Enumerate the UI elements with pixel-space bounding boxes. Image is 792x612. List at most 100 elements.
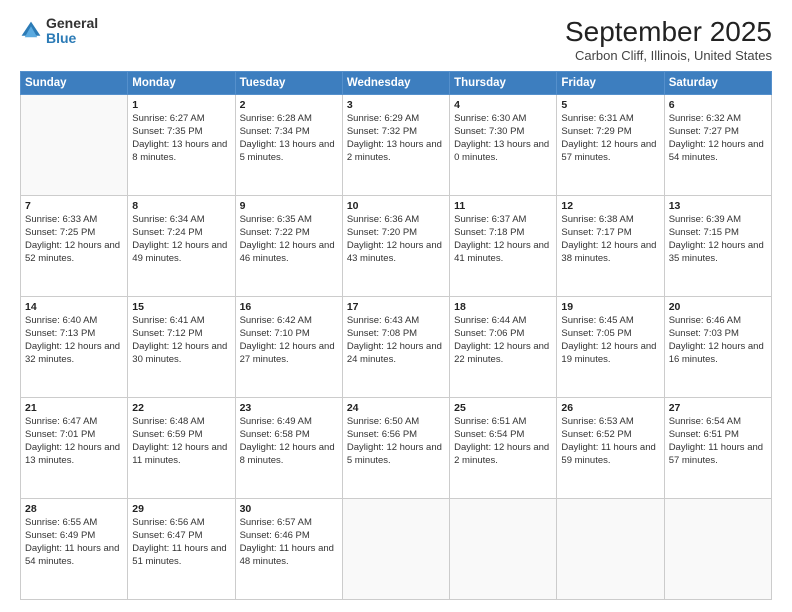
sunrise-text: Sunrise: 6:45 AM — [561, 315, 659, 328]
daylight-text: Daylight: 12 hours and 19 minutes. — [561, 341, 659, 367]
day-cell: 28Sunrise: 6:55 AMSunset: 6:49 PMDayligh… — [21, 499, 128, 600]
daylight-text: Daylight: 12 hours and 16 minutes. — [669, 341, 767, 367]
week-row-0: 1Sunrise: 6:27 AMSunset: 7:35 PMDaylight… — [21, 95, 772, 196]
day-cell: 7Sunrise: 6:33 AMSunset: 7:25 PMDaylight… — [21, 196, 128, 297]
sunrise-text: Sunrise: 6:37 AM — [454, 214, 552, 227]
sunrise-text: Sunrise: 6:46 AM — [669, 315, 767, 328]
day-cell — [664, 499, 771, 600]
sunset-text: Sunset: 7:30 PM — [454, 126, 552, 139]
sunrise-text: Sunrise: 6:55 AM — [25, 517, 123, 530]
sunrise-text: Sunrise: 6:44 AM — [454, 315, 552, 328]
sunrise-text: Sunrise: 6:51 AM — [454, 416, 552, 429]
sunrise-text: Sunrise: 6:56 AM — [132, 517, 230, 530]
day-cell: 3Sunrise: 6:29 AMSunset: 7:32 PMDaylight… — [342, 95, 449, 196]
day-cell: 20Sunrise: 6:46 AMSunset: 7:03 PMDayligh… — [664, 297, 771, 398]
daylight-text: Daylight: 11 hours and 48 minutes. — [240, 543, 338, 569]
sunrise-text: Sunrise: 6:48 AM — [132, 416, 230, 429]
day-cell: 12Sunrise: 6:38 AMSunset: 7:17 PMDayligh… — [557, 196, 664, 297]
daylight-text: Daylight: 13 hours and 0 minutes. — [454, 139, 552, 165]
day-number: 12 — [561, 199, 659, 213]
day-number: 19 — [561, 300, 659, 314]
header-saturday: Saturday — [664, 72, 771, 95]
header-row: Sunday Monday Tuesday Wednesday Thursday… — [21, 72, 772, 95]
day-cell: 26Sunrise: 6:53 AMSunset: 6:52 PMDayligh… — [557, 398, 664, 499]
header-sunday: Sunday — [21, 72, 128, 95]
day-cell: 13Sunrise: 6:39 AMSunset: 7:15 PMDayligh… — [664, 196, 771, 297]
sunset-text: Sunset: 7:08 PM — [347, 328, 445, 341]
sunrise-text: Sunrise: 6:33 AM — [25, 214, 123, 227]
day-number: 14 — [25, 300, 123, 314]
day-number: 26 — [561, 401, 659, 415]
sunset-text: Sunset: 6:54 PM — [454, 429, 552, 442]
sunrise-text: Sunrise: 6:27 AM — [132, 113, 230, 126]
day-cell — [557, 499, 664, 600]
day-number: 11 — [454, 199, 552, 213]
day-number: 13 — [669, 199, 767, 213]
daylight-text: Daylight: 12 hours and 35 minutes. — [669, 240, 767, 266]
daylight-text: Daylight: 12 hours and 52 minutes. — [25, 240, 123, 266]
daylight-text: Daylight: 12 hours and 2 minutes. — [454, 442, 552, 468]
daylight-text: Daylight: 12 hours and 43 minutes. — [347, 240, 445, 266]
day-number: 2 — [240, 98, 338, 112]
daylight-text: Daylight: 13 hours and 2 minutes. — [347, 139, 445, 165]
day-cell: 10Sunrise: 6:36 AMSunset: 7:20 PMDayligh… — [342, 196, 449, 297]
day-cell: 1Sunrise: 6:27 AMSunset: 7:35 PMDaylight… — [128, 95, 235, 196]
daylight-text: Daylight: 12 hours and 22 minutes. — [454, 341, 552, 367]
sunrise-text: Sunrise: 6:39 AM — [669, 214, 767, 227]
day-cell: 8Sunrise: 6:34 AMSunset: 7:24 PMDaylight… — [128, 196, 235, 297]
sunset-text: Sunset: 7:12 PM — [132, 328, 230, 341]
day-number: 5 — [561, 98, 659, 112]
daylight-text: Daylight: 12 hours and 46 minutes. — [240, 240, 338, 266]
sunset-text: Sunset: 6:52 PM — [561, 429, 659, 442]
day-cell: 30Sunrise: 6:57 AMSunset: 6:46 PMDayligh… — [235, 499, 342, 600]
day-cell: 29Sunrise: 6:56 AMSunset: 6:47 PMDayligh… — [128, 499, 235, 600]
sunset-text: Sunset: 7:24 PM — [132, 227, 230, 240]
sunrise-text: Sunrise: 6:29 AM — [347, 113, 445, 126]
day-cell: 19Sunrise: 6:45 AMSunset: 7:05 PMDayligh… — [557, 297, 664, 398]
sunset-text: Sunset: 6:51 PM — [669, 429, 767, 442]
day-cell: 22Sunrise: 6:48 AMSunset: 6:59 PMDayligh… — [128, 398, 235, 499]
sunset-text: Sunset: 7:13 PM — [25, 328, 123, 341]
day-cell — [342, 499, 449, 600]
sunset-text: Sunset: 7:10 PM — [240, 328, 338, 341]
logo-general-text: General — [46, 16, 98, 31]
sunrise-text: Sunrise: 6:47 AM — [25, 416, 123, 429]
day-number: 7 — [25, 199, 123, 213]
header-thursday: Thursday — [450, 72, 557, 95]
sunset-text: Sunset: 6:56 PM — [347, 429, 445, 442]
sunrise-text: Sunrise: 6:49 AM — [240, 416, 338, 429]
daylight-text: Daylight: 11 hours and 54 minutes. — [25, 543, 123, 569]
day-number: 21 — [25, 401, 123, 415]
sunset-text: Sunset: 7:25 PM — [25, 227, 123, 240]
sunrise-text: Sunrise: 6:57 AM — [240, 517, 338, 530]
day-number: 29 — [132, 502, 230, 516]
title-block: September 2025 Carbon Cliff, Illinois, U… — [565, 16, 772, 63]
day-number: 16 — [240, 300, 338, 314]
day-cell — [450, 499, 557, 600]
daylight-text: Daylight: 12 hours and 57 minutes. — [561, 139, 659, 165]
page: General Blue September 2025 Carbon Cliff… — [0, 0, 792, 612]
header-friday: Friday — [557, 72, 664, 95]
daylight-text: Daylight: 12 hours and 41 minutes. — [454, 240, 552, 266]
daylight-text: Daylight: 12 hours and 13 minutes. — [25, 442, 123, 468]
day-cell: 5Sunrise: 6:31 AMSunset: 7:29 PMDaylight… — [557, 95, 664, 196]
daylight-text: Daylight: 11 hours and 57 minutes. — [669, 442, 767, 468]
sunrise-text: Sunrise: 6:31 AM — [561, 113, 659, 126]
day-cell: 11Sunrise: 6:37 AMSunset: 7:18 PMDayligh… — [450, 196, 557, 297]
daylight-text: Daylight: 12 hours and 24 minutes. — [347, 341, 445, 367]
daylight-text: Daylight: 12 hours and 54 minutes. — [669, 139, 767, 165]
day-number: 24 — [347, 401, 445, 415]
day-number: 15 — [132, 300, 230, 314]
day-number: 1 — [132, 98, 230, 112]
day-number: 3 — [347, 98, 445, 112]
day-cell: 27Sunrise: 6:54 AMSunset: 6:51 PMDayligh… — [664, 398, 771, 499]
day-cell: 15Sunrise: 6:41 AMSunset: 7:12 PMDayligh… — [128, 297, 235, 398]
day-number: 25 — [454, 401, 552, 415]
daylight-text: Daylight: 11 hours and 59 minutes. — [561, 442, 659, 468]
sunset-text: Sunset: 7:32 PM — [347, 126, 445, 139]
week-row-3: 21Sunrise: 6:47 AMSunset: 7:01 PMDayligh… — [21, 398, 772, 499]
sunset-text: Sunset: 7:15 PM — [669, 227, 767, 240]
day-cell — [21, 95, 128, 196]
sunrise-text: Sunrise: 6:43 AM — [347, 315, 445, 328]
day-cell: 16Sunrise: 6:42 AMSunset: 7:10 PMDayligh… — [235, 297, 342, 398]
